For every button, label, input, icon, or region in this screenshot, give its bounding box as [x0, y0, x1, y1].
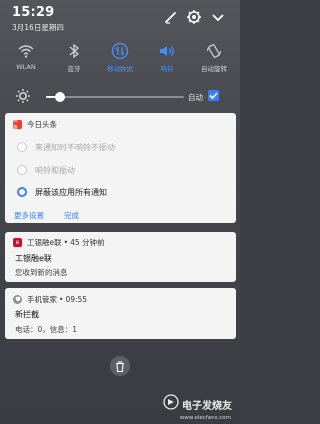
option-label: 响铃和振动	[35, 165, 75, 175]
auto-brightness-label: 自动	[188, 93, 203, 102]
gongyin-notification[interactable]: e 工银融e联 • 45 分钟前 工银融e联 您收到新的消息	[5, 232, 236, 282]
brightness-thumb[interactable]	[54, 92, 65, 102]
watermark-logo-icon	[163, 394, 179, 414]
brightness-slider[interactable]	[46, 92, 184, 102]
tile-mobile-data[interactable]: 移动数据	[98, 41, 142, 73]
more-settings-link[interactable]: 更多设置	[14, 210, 44, 221]
gongyin-logo-icon: e	[13, 237, 22, 247]
notification-body: 您收到新的消息	[15, 268, 68, 277]
shield-icon	[13, 294, 22, 304]
edit-icon[interactable]	[163, 9, 179, 25]
tile-ring[interactable]: 响铃	[145, 41, 189, 73]
app-name: 手机管家	[27, 294, 57, 304]
gongyin-app-header: e 工银融e联 • 45 分钟前	[13, 236, 105, 248]
chevron-down-icon[interactable]	[210, 9, 226, 25]
trash-icon	[115, 357, 125, 376]
notification-title: 新拦截	[15, 310, 39, 319]
option-silent[interactable]: 来通知时不响铃不振动	[17, 140, 115, 154]
guardian-notification[interactable]: 手机管家 • 09:55 新拦截 电话：0，信息：1	[5, 288, 236, 339]
app-name: 工银融e联	[27, 237, 62, 247]
bluetooth-icon	[52, 41, 96, 61]
option-ring-vibrate[interactable]: 响铃和振动	[17, 163, 75, 177]
tile-label: 响铃	[160, 65, 174, 73]
wifi-icon	[4, 41, 48, 61]
brightness-icon	[15, 88, 31, 108]
watermark: 电子发烧友	[163, 394, 232, 414]
guardian-app-header: 手机管家 • 09:55	[13, 293, 87, 305]
tile-label: 自动旋转	[201, 65, 227, 73]
tile-auto-rotate[interactable]: 自动旋转	[192, 41, 236, 73]
separator: •	[63, 237, 69, 247]
notification-time: 09:55	[65, 294, 88, 304]
option-block-all[interactable]: 屏蔽该应用所有通知	[17, 185, 107, 199]
watermark-text: 电子发烧友	[182, 400, 232, 412]
radio-button[interactable]	[17, 142, 27, 152]
notification-shade: 15:29 3月16日星期四 WLAN 蓝牙 移动数据 响铃 自动旋转 自动 头…	[0, 0, 240, 424]
gongyin-logo-glyph: e	[15, 238, 20, 246]
toutiao-notification-settings-card: 头条 今日头条 来通知时不响铃不振动 响铃和振动 屏蔽该应用所有通知 更多设置 …	[5, 113, 236, 223]
done-button[interactable]: 完成	[64, 210, 79, 221]
notification-time: 45 分钟前	[70, 237, 105, 247]
speaker-icon	[145, 41, 189, 61]
tile-label: 移动数据	[107, 65, 133, 73]
app-name: 今日头条	[27, 119, 57, 129]
separator: •	[59, 294, 64, 304]
radio-button[interactable]	[17, 165, 27, 175]
radio-button-selected[interactable]	[17, 187, 27, 197]
notification-body: 电话：0，信息：1	[15, 325, 78, 334]
gear-icon[interactable]	[186, 9, 202, 25]
toutiao-logo-text: 头条	[13, 118, 19, 131]
toutiao-app-header: 头条 今日头条	[13, 118, 57, 131]
option-label: 来通知时不响铃不振动	[35, 142, 115, 152]
tile-wlan[interactable]: WLAN	[4, 41, 48, 71]
brightness-row: 自动	[0, 87, 240, 107]
notification-title: 工银融e联	[15, 254, 52, 263]
clock-date: 3月16日星期四	[12, 23, 64, 32]
clear-all-button[interactable]	[110, 356, 130, 376]
clock-time: 15:29	[12, 5, 55, 20]
watermark-url: www.elecfans.com	[179, 415, 231, 421]
tile-label: WLAN	[16, 63, 36, 71]
tile-label: 蓝牙	[67, 65, 81, 73]
toutiao-logo-icon: 头条	[13, 118, 22, 131]
auto-brightness-checkbox[interactable]	[208, 90, 219, 101]
tile-bluetooth[interactable]: 蓝牙	[52, 41, 96, 73]
mobile-data-icon	[98, 41, 142, 61]
rotate-icon	[192, 41, 236, 61]
option-label: 屏蔽该应用所有通知	[35, 187, 107, 197]
quick-settings-row: WLAN 蓝牙 移动数据 响铃 自动旋转	[0, 41, 240, 79]
